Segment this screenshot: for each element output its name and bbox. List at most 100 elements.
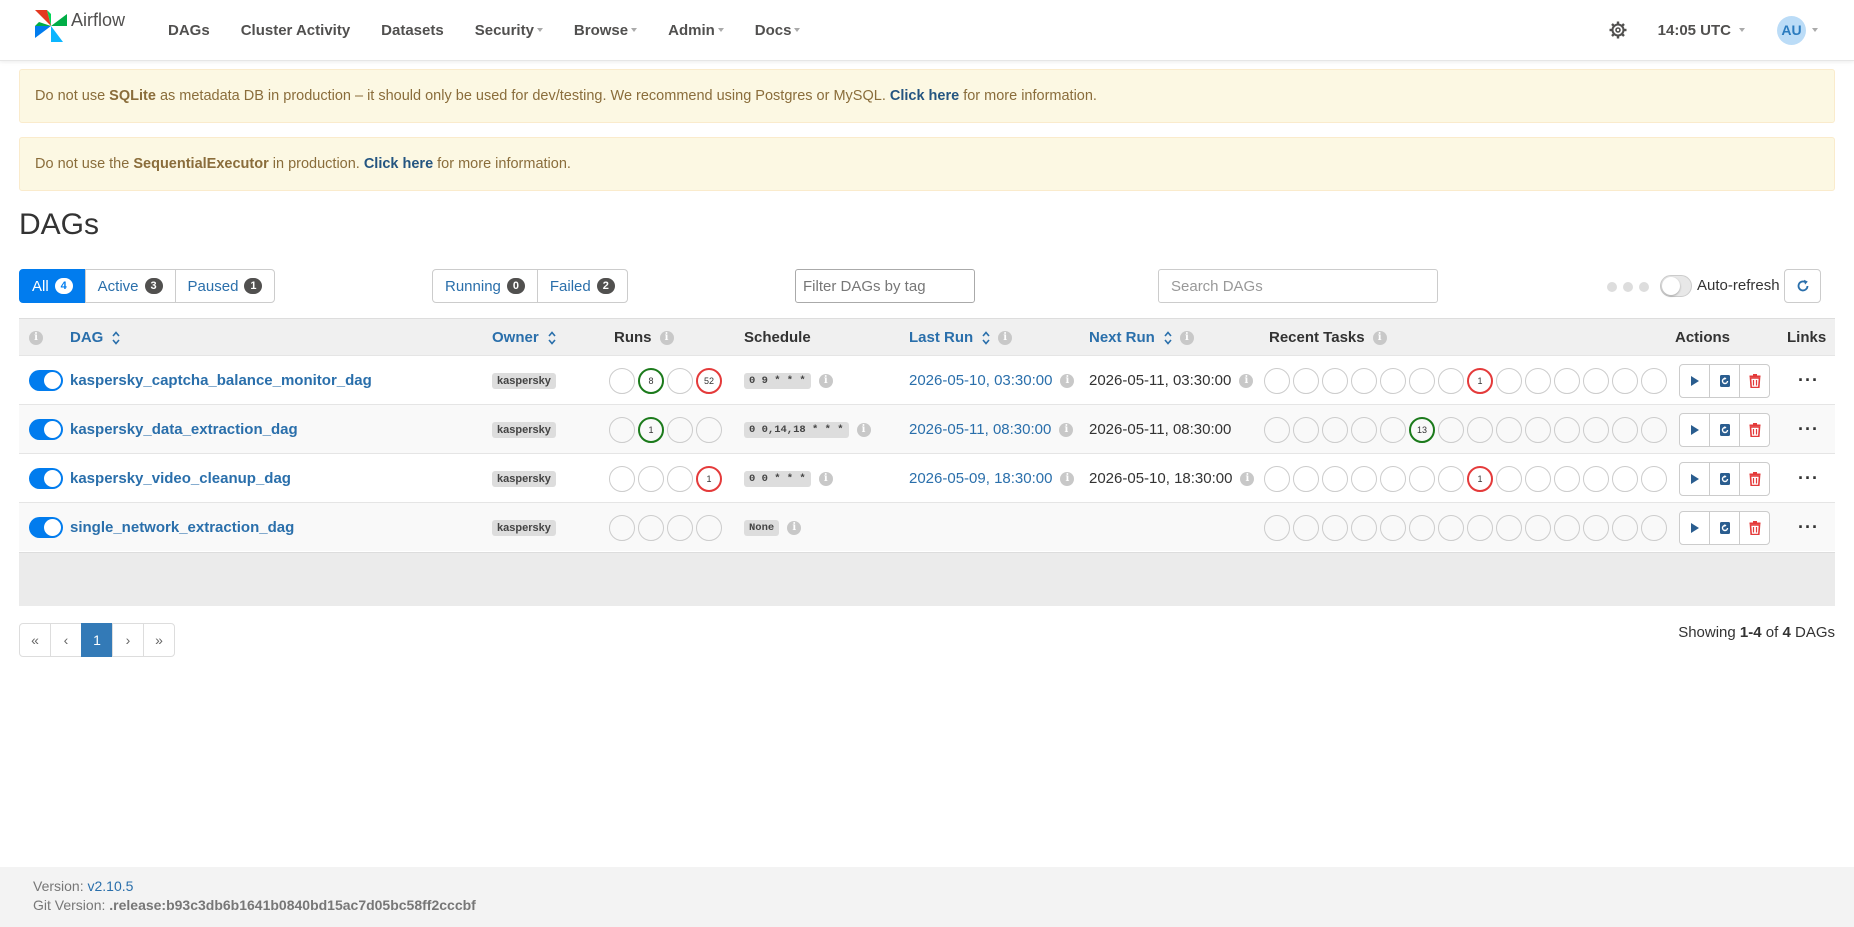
refresh-dag-button[interactable] [1709, 363, 1740, 398]
task-state-circle[interactable] [1583, 465, 1609, 492]
col-owner[interactable]: Owner [492, 319, 556, 356]
task-state-circle[interactable] [1583, 416, 1609, 443]
more-links-icon[interactable]: ··· [1798, 468, 1819, 489]
task-state-circle[interactable]: 13 [1409, 416, 1435, 443]
info-icon[interactable]: i [787, 520, 802, 535]
info-icon[interactable]: i [1060, 373, 1075, 388]
task-state-circle[interactable] [1351, 416, 1377, 443]
dag-name-link[interactable]: single_network_extraction_dag [70, 519, 294, 536]
col-next-run[interactable]: Next Run i [1089, 319, 1194, 356]
task-state-circle[interactable] [1612, 367, 1638, 394]
nav-docs[interactable]: Docs [755, 22, 801, 39]
task-state-circle[interactable] [1351, 465, 1377, 492]
timezone-clock[interactable]: 14:05 UTC [1658, 22, 1745, 39]
dag-name-link[interactable]: kaspersky_video_cleanup_dag [70, 470, 291, 487]
refresh-dag-button[interactable] [1709, 412, 1740, 447]
task-state-circle[interactable] [1409, 514, 1435, 541]
task-state-circle[interactable] [1264, 416, 1290, 443]
filter-running-button[interactable]: Running 0 [432, 269, 538, 303]
task-state-circle[interactable] [1612, 416, 1638, 443]
delete-dag-button[interactable] [1739, 510, 1770, 545]
task-state-circle[interactable] [1525, 367, 1551, 394]
run-state-circle[interactable] [667, 465, 693, 492]
task-state-circle[interactable] [1351, 367, 1377, 394]
task-state-circle[interactable]: 1 [1467, 367, 1493, 394]
more-links-icon[interactable]: ··· [1798, 517, 1819, 538]
task-state-circle[interactable] [1293, 465, 1319, 492]
col-last-run[interactable]: Last Run i [909, 319, 1013, 356]
user-avatar[interactable]: AU [1777, 15, 1806, 45]
last-run-link[interactable]: 2026-05-11, 08:30:00 [909, 421, 1051, 438]
more-links-icon[interactable]: ··· [1798, 419, 1819, 440]
task-state-circle[interactable] [1380, 514, 1406, 541]
task-state-circle[interactable] [1409, 465, 1435, 492]
run-state-circle[interactable]: 8 [638, 367, 664, 394]
owner-tag[interactable]: kaspersky [492, 519, 556, 536]
last-run-link[interactable]: 2026-05-10, 03:30:00 [909, 372, 1052, 389]
task-state-circle[interactable] [1438, 367, 1464, 394]
task-state-circle[interactable] [1438, 416, 1464, 443]
delete-dag-button[interactable] [1739, 363, 1770, 398]
task-state-circle[interactable] [1641, 465, 1667, 492]
task-state-circle[interactable] [1496, 416, 1522, 443]
task-state-circle[interactable] [1264, 367, 1290, 394]
dag-pause-toggle[interactable] [29, 517, 63, 538]
task-state-circle[interactable] [1322, 514, 1348, 541]
info-icon[interactable]: i [29, 330, 43, 345]
task-state-circle[interactable] [1496, 465, 1522, 492]
next-page-button[interactable]: › [112, 623, 144, 657]
task-state-circle[interactable] [1322, 416, 1348, 443]
info-icon[interactable]: i [818, 471, 833, 486]
dag-name-link[interactable]: kaspersky_data_extraction_dag [70, 421, 298, 438]
dag-pause-toggle[interactable] [29, 370, 63, 391]
page-1-button[interactable]: 1 [81, 623, 113, 657]
task-state-circle[interactable] [1264, 514, 1290, 541]
nav-dags[interactable]: DAGs [168, 22, 210, 39]
delete-dag-button[interactable] [1739, 461, 1770, 496]
refresh-dag-button[interactable] [1709, 510, 1740, 545]
airflow-logo[interactable]: Airflow [33, 8, 125, 44]
nav-admin[interactable]: Admin [668, 22, 724, 39]
nav-security[interactable]: Security [475, 22, 543, 39]
version-link[interactable]: v2.10.5 [87, 878, 133, 894]
filter-paused-button[interactable]: Paused 1 [174, 269, 276, 303]
task-state-circle[interactable] [1293, 367, 1319, 394]
task-state-circle[interactable] [1525, 514, 1551, 541]
task-state-circle[interactable] [1438, 514, 1464, 541]
owner-tag[interactable]: kaspersky [492, 372, 556, 389]
task-state-circle[interactable] [1380, 367, 1406, 394]
task-state-circle[interactable] [1409, 367, 1435, 394]
run-state-circle[interactable] [609, 367, 635, 394]
refresh-button[interactable] [1784, 269, 1821, 303]
trigger-dag-button[interactable] [1679, 363, 1710, 398]
run-state-circle[interactable] [609, 416, 635, 443]
task-state-circle[interactable] [1438, 465, 1464, 492]
info-icon[interactable]: i [1240, 471, 1255, 486]
nav-browse[interactable]: Browse [574, 22, 638, 39]
run-state-circle[interactable]: 52 [696, 367, 722, 394]
task-state-circle[interactable] [1612, 465, 1638, 492]
alert-link[interactable]: Click here [890, 88, 959, 104]
task-state-circle[interactable] [1467, 416, 1493, 443]
run-state-circle[interactable]: 1 [638, 416, 664, 443]
dag-pause-toggle[interactable] [29, 419, 63, 440]
filter-active-button[interactable]: Active 3 [84, 269, 176, 303]
task-state-circle[interactable] [1583, 514, 1609, 541]
info-icon[interactable]: i [1239, 373, 1254, 388]
alert-link[interactable]: Click here [364, 156, 433, 172]
filter-failed-button[interactable]: Failed 2 [536, 269, 628, 303]
run-state-circle[interactable] [638, 514, 664, 541]
task-state-circle[interactable] [1293, 514, 1319, 541]
info-icon[interactable]: i [659, 330, 674, 345]
first-page-button[interactable]: « [19, 623, 51, 657]
info-icon[interactable]: i [1372, 330, 1387, 345]
delete-dag-button[interactable] [1739, 412, 1770, 447]
task-state-circle[interactable] [1641, 367, 1667, 394]
nav-cluster-activity[interactable]: Cluster Activity [241, 22, 350, 39]
run-state-circle[interactable] [609, 514, 635, 541]
task-state-circle[interactable] [1525, 465, 1551, 492]
run-state-circle[interactable] [696, 514, 722, 541]
run-state-circle[interactable] [667, 416, 693, 443]
task-state-circle[interactable] [1554, 367, 1580, 394]
info-icon[interactable]: i [1060, 471, 1075, 486]
